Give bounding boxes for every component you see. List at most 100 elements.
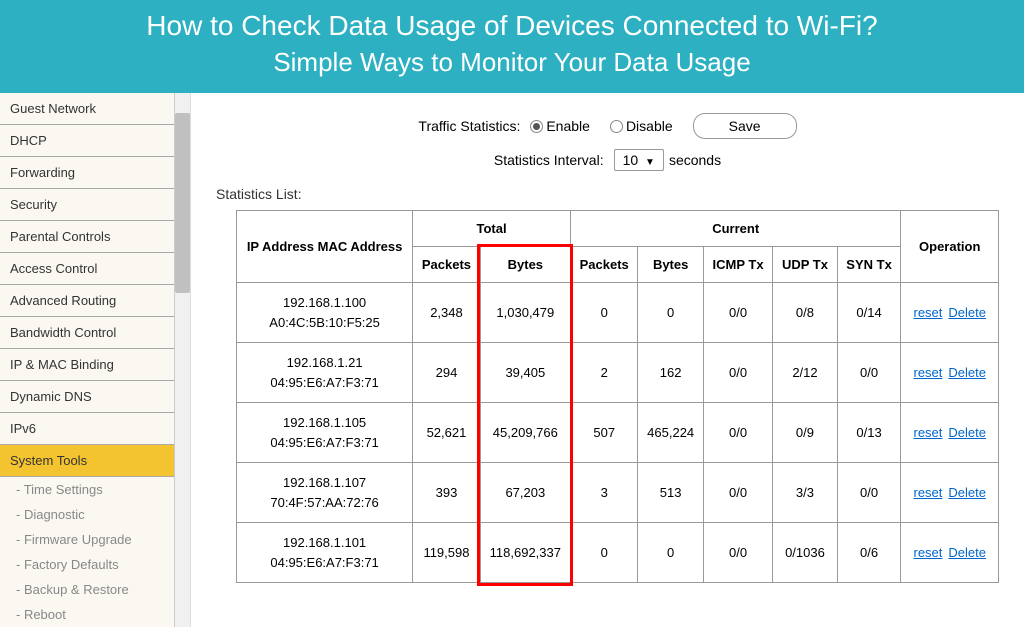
sidebar-item-bandwidth-control[interactable]: Bandwidth Control: [0, 317, 174, 349]
cell-current-bytes: 465,224: [638, 403, 703, 463]
cell-ip-mac: 192.168.1.10504:95:E6:A7:F3:71: [237, 403, 413, 463]
cell-operation: reset Delete: [901, 343, 999, 403]
sidebar-item-dynamic-dns[interactable]: Dynamic DNS: [0, 381, 174, 413]
radio-enable[interactable]: [530, 120, 543, 133]
sidebar-item-guest-network[interactable]: Guest Network: [0, 93, 174, 125]
cell-udp: 0/8: [773, 283, 837, 343]
table-wrapper: IP Address MAC Address Total Current Ope…: [236, 210, 999, 583]
table-row: 192.168.1.10104:95:E6:A7:F3:71 119,598 1…: [237, 523, 999, 583]
cell-syn: 0/6: [837, 523, 901, 583]
traffic-stats-label: Traffic Statistics:: [418, 118, 520, 134]
table-row: 192.168.1.2104:95:E6:A7:F3:71 294 39,405…: [237, 343, 999, 403]
sidebar-item-dhcp[interactable]: DHCP: [0, 125, 174, 157]
delete-link[interactable]: Delete: [948, 425, 986, 440]
sidebar-item-parental-controls[interactable]: Parental Controls: [0, 221, 174, 253]
cell-total-bytes: 39,405: [480, 343, 570, 403]
save-button[interactable]: Save: [693, 113, 797, 139]
cell-total-packets: 2,348: [413, 283, 481, 343]
interval-label: Statistics Interval:: [494, 152, 604, 168]
cell-current-bytes: 513: [638, 463, 703, 523]
cell-total-bytes: 1,030,479: [480, 283, 570, 343]
cell-syn: 0/0: [837, 463, 901, 523]
cell-current-packets: 3: [570, 463, 638, 523]
statistics-table: IP Address MAC Address Total Current Ope…: [236, 210, 999, 583]
seconds-label: seconds: [669, 152, 721, 168]
cell-operation: reset Delete: [901, 403, 999, 463]
th-syn: SYN Tx: [837, 247, 901, 283]
cell-icmp: 0/0: [703, 283, 772, 343]
cell-operation: reset Delete: [901, 283, 999, 343]
cell-total-bytes: 45,209,766: [480, 403, 570, 463]
th-udp: UDP Tx: [773, 247, 837, 283]
cell-total-packets: 52,621: [413, 403, 481, 463]
cell-udp: 3/3: [773, 463, 837, 523]
cell-syn: 0/14: [837, 283, 901, 343]
cell-current-packets: 507: [570, 403, 638, 463]
header-subtitle: Simple Ways to Monitor Your Data Usage: [0, 47, 1024, 78]
reset-link[interactable]: reset: [913, 545, 942, 560]
cell-total-bytes: 67,203: [480, 463, 570, 523]
cell-icmp: 0/0: [703, 463, 772, 523]
cell-ip-mac: 192.168.1.10770:4F:57:AA:72:76: [237, 463, 413, 523]
cell-current-packets: 2: [570, 343, 638, 403]
th-current-bytes: Bytes: [638, 247, 703, 283]
sidebar-item-ip-mac-binding[interactable]: IP & MAC Binding: [0, 349, 174, 381]
interval-value: 10: [623, 152, 639, 168]
cell-icmp: 0/0: [703, 523, 772, 583]
sidebar: Guest Network DHCP Forwarding Security P…: [0, 93, 175, 627]
th-operation: Operation: [901, 211, 999, 283]
cell-current-bytes: 0: [638, 523, 703, 583]
cell-syn: 0/0: [837, 343, 901, 403]
chevron-down-icon: ▼: [645, 157, 655, 168]
cell-ip-mac: 192.168.1.100A0:4C:5B:10:F5:25: [237, 283, 413, 343]
table-row: 192.168.1.10504:95:E6:A7:F3:71 52,621 45…: [237, 403, 999, 463]
th-ip-mac: IP Address MAC Address: [237, 211, 413, 283]
cell-current-bytes: 0: [638, 283, 703, 343]
sidebar-sub-time-settings[interactable]: - Time Settings: [0, 477, 174, 502]
th-current-packets: Packets: [570, 247, 638, 283]
reset-link[interactable]: reset: [913, 305, 942, 320]
sidebar-sub-factory-defaults[interactable]: - Factory Defaults: [0, 552, 174, 577]
delete-link[interactable]: Delete: [948, 485, 986, 500]
th-total-bytes: Bytes: [480, 247, 570, 283]
delete-link[interactable]: Delete: [948, 365, 986, 380]
cell-syn: 0/13: [837, 403, 901, 463]
delete-link[interactable]: Delete: [948, 305, 986, 320]
cell-operation: reset Delete: [901, 463, 999, 523]
cell-current-packets: 0: [570, 523, 638, 583]
sidebar-sub-reboot[interactable]: - Reboot: [0, 602, 174, 627]
cell-icmp: 0/0: [703, 343, 772, 403]
cell-current-packets: 0: [570, 283, 638, 343]
th-current: Current: [570, 211, 901, 247]
scroll-thumb[interactable]: [175, 113, 190, 293]
cell-udp: 2/12: [773, 343, 837, 403]
sidebar-item-system-tools[interactable]: System Tools: [0, 445, 174, 477]
reset-link[interactable]: reset: [913, 365, 942, 380]
page-header: How to Check Data Usage of Devices Conne…: [0, 0, 1024, 93]
sidebar-item-security[interactable]: Security: [0, 189, 174, 221]
cell-ip-mac: 192.168.1.2104:95:E6:A7:F3:71: [237, 343, 413, 403]
th-total-packets: Packets: [413, 247, 481, 283]
th-icmp: ICMP Tx: [703, 247, 772, 283]
reset-link[interactable]: reset: [913, 485, 942, 500]
stats-list-label: Statistics List:: [216, 186, 999, 202]
sidebar-sub-backup-restore[interactable]: - Backup & Restore: [0, 577, 174, 602]
sidebar-item-ipv6[interactable]: IPv6: [0, 413, 174, 445]
cell-icmp: 0/0: [703, 403, 772, 463]
table-row: 192.168.1.10770:4F:57:AA:72:76 393 67,20…: [237, 463, 999, 523]
scrollbar[interactable]: [175, 93, 191, 627]
controls: Traffic Statistics: Enable Disable Save …: [216, 113, 999, 171]
sidebar-sub-firmware-upgrade[interactable]: - Firmware Upgrade: [0, 527, 174, 552]
th-total: Total: [413, 211, 571, 247]
delete-link[interactable]: Delete: [948, 545, 986, 560]
radio-disable[interactable]: [610, 120, 623, 133]
sidebar-item-forwarding[interactable]: Forwarding: [0, 157, 174, 189]
sidebar-item-advanced-routing[interactable]: Advanced Routing: [0, 285, 174, 317]
header-title: How to Check Data Usage of Devices Conne…: [0, 10, 1024, 42]
interval-select[interactable]: 10 ▼: [614, 149, 664, 171]
reset-link[interactable]: reset: [913, 425, 942, 440]
cell-ip-mac: 192.168.1.10104:95:E6:A7:F3:71: [237, 523, 413, 583]
sidebar-item-access-control[interactable]: Access Control: [0, 253, 174, 285]
sidebar-sub-diagnostic[interactable]: - Diagnostic: [0, 502, 174, 527]
cell-operation: reset Delete: [901, 523, 999, 583]
